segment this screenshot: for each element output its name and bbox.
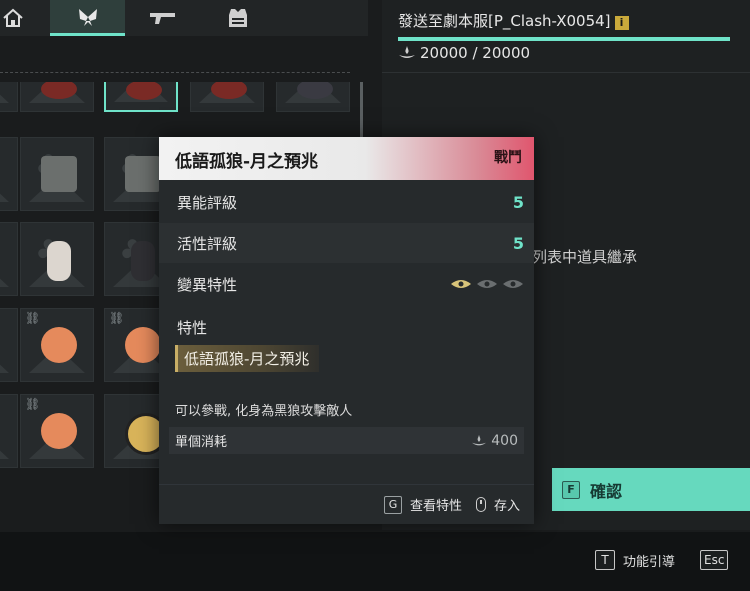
grid-cell[interactable]: ♣	[20, 222, 94, 296]
combat-tag: 戰鬥	[494, 150, 522, 166]
inherit-text: 列表中道具繼承	[532, 248, 638, 266]
stat-label: 異能評級	[177, 193, 238, 212]
esc-hint[interactable]: Esc	[700, 550, 729, 570]
capacity-bar	[398, 37, 730, 41]
category-tabbar	[0, 0, 368, 36]
capacity-row: 20000 / 20000	[398, 44, 530, 62]
info-icon[interactable]: i	[614, 16, 629, 30]
black-bunny-item-image	[131, 241, 155, 281]
grid-cell[interactable]	[190, 82, 264, 112]
link-icon: ⛓	[109, 311, 125, 325]
grid-cell[interactable]	[0, 222, 18, 296]
cost-row: 單個消耗 400	[169, 427, 524, 454]
eye-icon-inactive	[503, 280, 523, 288]
view-key: G	[383, 495, 402, 514]
mutant-energy-icon	[472, 434, 487, 445]
store-action[interactable]: 存入	[475, 495, 520, 514]
popup-header: 低語孤狼-月之預兆 戰鬥	[159, 137, 534, 180]
link-icon: ⛓	[25, 397, 41, 411]
mouse-icon	[475, 497, 486, 512]
grid-cell[interactable]	[0, 394, 18, 468]
eye-icon-inactive	[477, 280, 497, 288]
guide-hint[interactable]: T 功能引導	[595, 550, 675, 570]
confirm-key: F	[562, 480, 580, 499]
guide-label: 功能引導	[623, 554, 676, 570]
grid-cell[interactable]	[276, 82, 350, 112]
tab-home[interactable]	[0, 0, 50, 36]
mutant-energy-icon	[399, 46, 415, 58]
view-traits-action[interactable]: G 查看特性	[383, 495, 462, 514]
gun-icon	[149, 13, 175, 24]
send-to-title: 發送至劇本服[P_Clash-X0054] i	[398, 10, 629, 31]
link-icon: ⛓	[25, 311, 41, 325]
grid-scrollbar[interactable]	[360, 82, 363, 137]
stat-value: 5	[512, 233, 524, 253]
armor-icon	[228, 9, 247, 27]
stat-value: 5	[512, 192, 524, 212]
list-divider	[0, 72, 350, 73]
stat-row-ability: 異能評級 5	[159, 182, 534, 222]
pufferfish-item-image	[125, 327, 161, 363]
panel-divider	[382, 72, 750, 73]
trait-chip[interactable]: 低語孤狼-月之預兆	[175, 345, 320, 372]
grid-cell[interactable]	[0, 82, 18, 112]
stat-label: 變異特性	[177, 275, 238, 294]
guide-key: T	[595, 550, 615, 570]
popup-title: 低語孤狼-月之預兆	[175, 152, 319, 172]
white-bunny-item-image	[47, 241, 71, 281]
popup-footer: G 查看特性 存入	[159, 484, 534, 524]
grid-cell[interactable]: ⛓	[20, 308, 94, 382]
grid-cell[interactable]: ⛓	[20, 394, 94, 468]
store-label: 存入	[493, 499, 520, 514]
item-description: 可以參戰, 化身為黑狼攻擊敵人	[175, 404, 353, 419]
confirm-label: 確認	[590, 481, 623, 501]
send-to-label: 發送至劇本服[P_Clash-X0054]	[398, 12, 611, 30]
view-label: 查看特性	[409, 499, 462, 514]
grid-cell[interactable]	[20, 82, 94, 112]
mutation-eyes	[450, 278, 524, 290]
cube-item-image	[41, 156, 77, 192]
trait-section-label: 特性	[177, 319, 208, 337]
grid-cell[interactable]	[0, 308, 18, 382]
cube-item-image	[125, 156, 161, 192]
tab-weapons[interactable]	[125, 0, 200, 36]
esc-key: Esc	[700, 550, 729, 570]
tab-armor[interactable]	[200, 0, 275, 36]
grid-cell[interactable]	[0, 137, 18, 211]
pufferfish-item-image	[41, 327, 77, 363]
cost-value-group: 400	[471, 433, 518, 449]
pufferfish-item-image	[41, 413, 77, 449]
home-icon	[2, 8, 23, 27]
grid-cell[interactable]: ♣	[20, 137, 94, 211]
item-detail-popup: 低語孤狼-月之預兆 戰鬥 異能評級 5 活性評級 5 變異特性 特性 低語孤狼-…	[159, 137, 534, 524]
confirm-button[interactable]: F 確認	[552, 468, 750, 511]
eye-icon-active	[451, 280, 471, 288]
stat-row-activity: 活性評級 5	[159, 223, 534, 263]
cost-label: 單個消耗	[175, 435, 228, 450]
cost-value: 400	[491, 432, 518, 449]
grid-cell-selected[interactable]	[104, 82, 178, 112]
tab-mutants[interactable]	[50, 0, 125, 36]
capacity-value: 20000 / 20000	[420, 44, 531, 62]
stat-row-mutation: 變異特性	[159, 264, 534, 304]
butterfly-icon	[78, 8, 97, 26]
stat-label: 活性評級	[177, 234, 238, 253]
